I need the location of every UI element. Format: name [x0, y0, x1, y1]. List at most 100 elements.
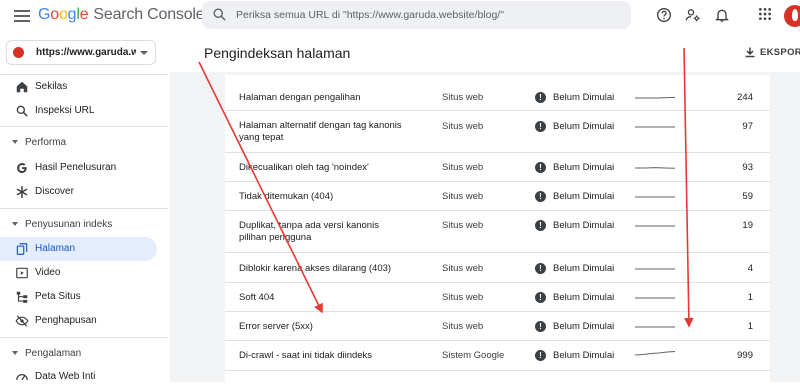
alert-icon: !	[535, 321, 546, 332]
asterisk-icon	[16, 185, 28, 199]
row-source: Situs web	[442, 92, 484, 103]
account-avatar[interactable]	[784, 5, 800, 27]
alert-icon: !	[535, 263, 546, 274]
row-count: 1	[747, 292, 753, 303]
row-validation: Belum Dimulai	[553, 263, 615, 274]
table-row[interactable]: Tidak ditemukan (404) Situs web ! Belum …	[225, 182, 770, 211]
notifications-icon[interactable]	[714, 7, 730, 23]
sidebar-item-halaman[interactable]: Halaman	[0, 237, 157, 261]
table-row[interactable]: Duplikat, tanpa ada versi kanonis piliha…	[225, 211, 770, 253]
page-header: Pengindeksan halaman EKSPOR	[170, 32, 800, 72]
table-row[interactable]: Dikecualikan oleh tag 'noindex' Situs we…	[225, 153, 770, 182]
trend-sparkline	[635, 167, 675, 169]
section-label: Pengalaman	[25, 348, 82, 359]
sidebar-item-data-web-inti[interactable]: Data Web Inti	[0, 365, 157, 389]
sidebar-item-discover[interactable]: Discover	[0, 180, 157, 204]
logo-letter: G	[38, 6, 51, 23]
sidebar-item-sekilas[interactable]: Sekilas	[0, 75, 157, 99]
sidebar-item-peta-situs[interactable]: Peta Situs	[0, 285, 157, 309]
page-title: Pengindeksan halaman	[204, 45, 351, 61]
row-reason: Duplikat, tanpa ada versi kanonis piliha…	[239, 220, 379, 243]
property-url: https://www.garuda.we…	[36, 47, 136, 58]
trend-sparkline	[635, 225, 675, 227]
sidebar-item-label: Discover	[35, 186, 74, 197]
logo-letter: o	[50, 6, 59, 23]
caret-down-icon	[12, 140, 18, 144]
row-count: 244	[737, 92, 753, 103]
row-reason: Dikecualikan oleh tag 'noindex'	[239, 162, 369, 173]
search-icon	[213, 8, 226, 21]
sidebar-section-penyusunan-indeks[interactable]: Penyusunan indeks	[0, 216, 157, 234]
top-bar: Google Search Console	[0, 0, 800, 32]
alert-icon: !	[535, 292, 546, 303]
sidebar-item-label: Inspeksi URL	[35, 105, 95, 116]
sidebar-divider	[0, 126, 168, 127]
sidebar-item-inspeksi-url[interactable]: Inspeksi URL	[0, 99, 157, 123]
row-source: Situs web	[442, 321, 484, 332]
sidebar-item-label: Video	[35, 267, 61, 278]
manage-users-icon[interactable]	[685, 7, 701, 23]
search-bar[interactable]	[202, 1, 631, 29]
removals-icon	[15, 315, 29, 327]
row-reason: Error server (5xx)	[239, 321, 313, 332]
sidebar-item-label: Hasil Penelusuran	[35, 162, 117, 173]
sidebar-item-label: Peta Situs	[35, 291, 81, 302]
alert-icon: !	[535, 162, 546, 173]
caret-down-icon	[12, 351, 18, 355]
row-reason: Diblokir karena akses dilarang (403)	[239, 263, 392, 274]
apps-grid-icon[interactable]	[758, 7, 772, 21]
row-count: 97	[742, 121, 753, 132]
help-icon[interactable]	[656, 7, 672, 23]
row-validation: Belum Dimulai	[553, 92, 615, 103]
row-reason: Tidak ditemukan (404)	[239, 191, 334, 202]
google-g-icon	[17, 163, 27, 173]
app-logo[interactable]: Google Search Console	[38, 6, 205, 24]
row-source: Sistem Google	[442, 350, 505, 361]
table-row[interactable]: Di-crawl - saat ini tidak diindeks Siste…	[225, 341, 770, 371]
table-row[interactable]: Soft 404 Situs web ! Belum Dimulai 1	[225, 283, 770, 312]
main-content: Pengindeksan halaman EKSPOR Halaman deng…	[170, 32, 800, 382]
sidebar-section-pengalaman[interactable]: Pengalaman	[0, 345, 157, 363]
sidebar-section-performa[interactable]: Performa	[0, 134, 157, 152]
sidebar-item-penghapusan[interactable]: Penghapusan	[0, 309, 157, 333]
row-validation: Belum Dimulai	[553, 191, 615, 202]
property-selector[interactable]: https://www.garuda.we…	[6, 40, 156, 65]
video-icon	[16, 267, 28, 279]
sidebar-item-hasil-penelusuran[interactable]: Hasil Penelusuran	[0, 156, 157, 180]
row-count: 93	[742, 162, 753, 173]
logo-letter: o	[58, 6, 68, 23]
sidebar-item-label: Halaman	[35, 243, 76, 254]
property-favicon-icon	[13, 47, 24, 58]
row-validation: Belum Dimulai	[553, 292, 615, 303]
section-label: Performa	[25, 137, 67, 148]
row-reason: Halaman dengan pengalihan	[239, 92, 361, 103]
row-source: Situs web	[442, 191, 484, 202]
sidebar-item-video[interactable]: Video	[0, 261, 157, 285]
row-source: Situs web	[442, 162, 484, 173]
sidebar-divider	[0, 208, 168, 209]
row-reason: Soft 404	[239, 292, 275, 303]
export-label: EKSPOR	[760, 47, 800, 58]
row-count: 1	[747, 321, 753, 332]
trend-sparkline	[635, 126, 675, 128]
row-validation: Belum Dimulai	[553, 220, 615, 231]
trend-sparkline	[635, 268, 675, 270]
row-count: 4	[747, 263, 753, 274]
sidebar: https://www.garuda.we… Sekilas Inspeksi …	[0, 32, 170, 382]
row-validation: Belum Dimulai	[553, 162, 615, 173]
row-validation: Belum Dimulai	[553, 321, 615, 332]
table-row[interactable]: Halaman alternatif dengan tag kanonis ya…	[225, 111, 770, 153]
table-row[interactable]: Halaman dengan pengalihan Situs web ! Be…	[225, 82, 770, 111]
trend-sparkline	[635, 196, 675, 198]
row-validation: Belum Dimulai	[553, 350, 615, 361]
alert-icon: !	[535, 92, 546, 103]
table-row[interactable]: Error server (5xx) Situs web ! Belum Dim…	[225, 312, 770, 341]
row-count: 19	[742, 220, 753, 231]
logo-google: Google	[38, 6, 89, 23]
hamburger-menu-icon[interactable]	[14, 8, 30, 24]
search-input[interactable]	[236, 5, 616, 25]
row-reason: Di-crawl - saat ini tidak diindeks	[239, 350, 373, 361]
download-icon	[745, 47, 755, 58]
table-row[interactable]: Diblokir karena akses dilarang (403) Sit…	[225, 253, 770, 283]
row-source: Situs web	[442, 121, 484, 132]
